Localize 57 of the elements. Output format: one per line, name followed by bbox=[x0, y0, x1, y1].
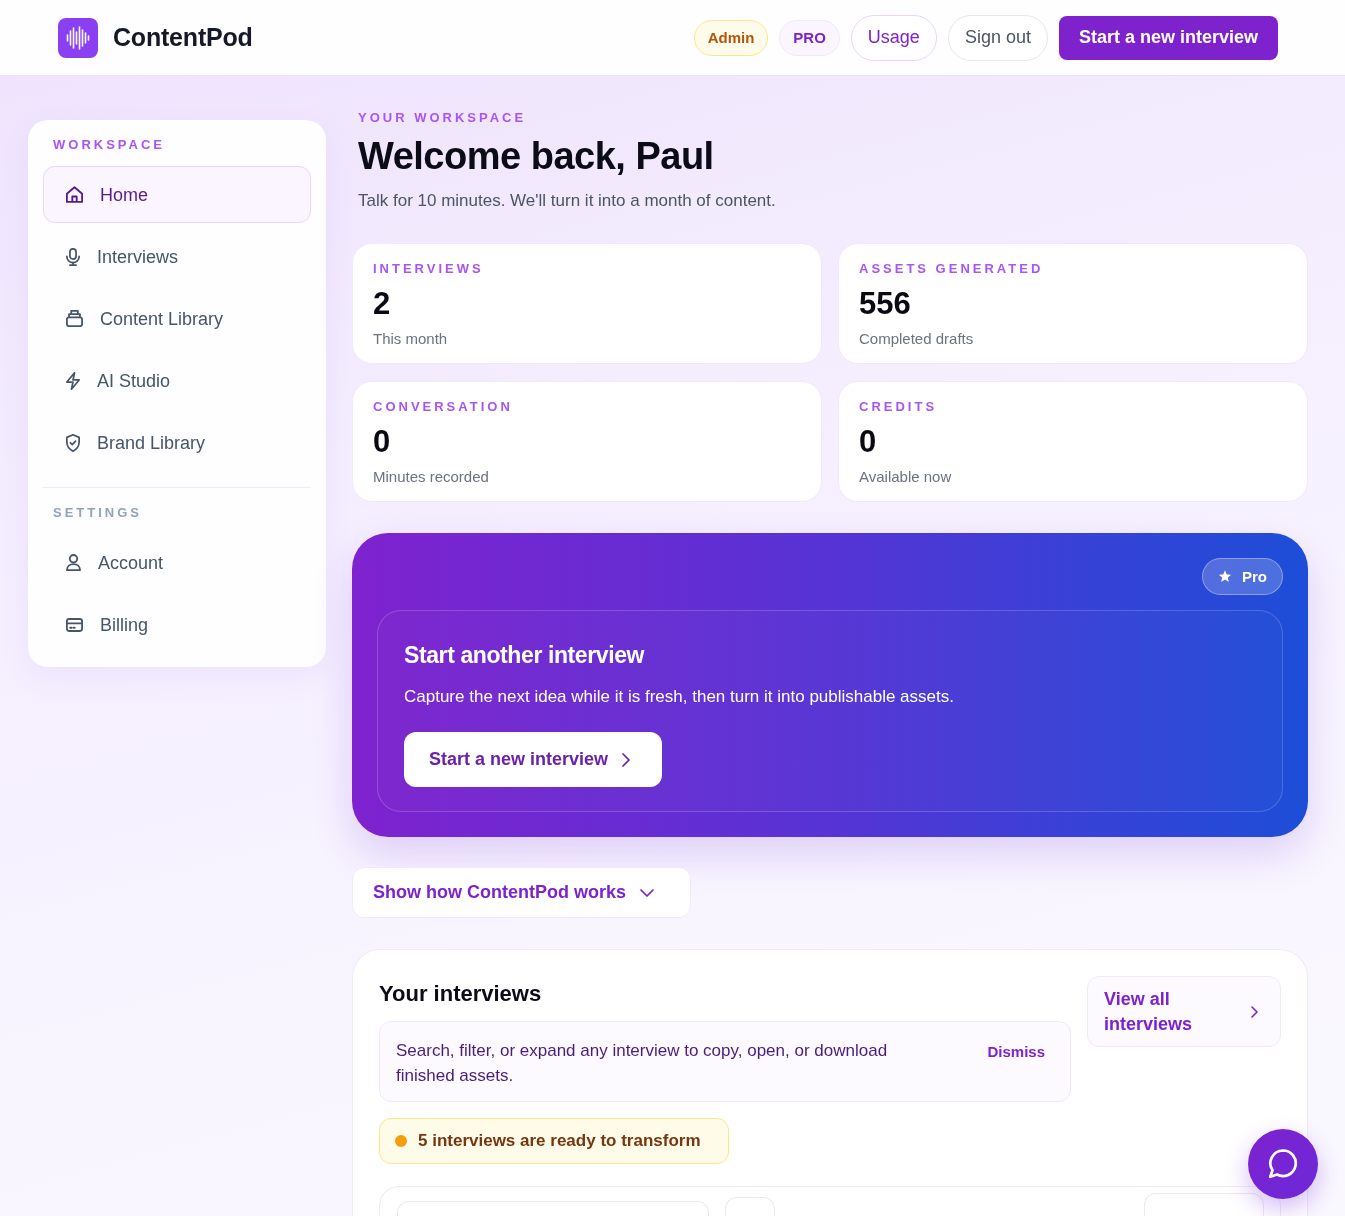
search-field[interactable] bbox=[397, 1201, 709, 1216]
ready-count-text: 5 interviews are ready to transform bbox=[418, 1131, 701, 1151]
chevron-right-icon bbox=[1251, 1005, 1258, 1018]
sidebar-item[interactable]: Interviews bbox=[43, 228, 311, 285]
microphone-icon bbox=[66, 247, 80, 266]
stat-value: 0 bbox=[859, 424, 878, 460]
sidebar-item[interactable]: Brand Library bbox=[43, 414, 311, 471]
chat-bubble-icon bbox=[1268, 1149, 1298, 1179]
nav-button[interactable]: Usage bbox=[850, 14, 937, 61]
cta-button[interactable]: Start a new interview bbox=[1058, 15, 1278, 60]
shield-check-icon bbox=[66, 433, 80, 452]
nav-button[interactable]: Sign out bbox=[947, 14, 1048, 61]
stat-value: 2 bbox=[373, 286, 392, 322]
stat-label: CONVERSATION bbox=[373, 399, 514, 415]
section-heading: WORKSPACE bbox=[52, 137, 166, 153]
view-all-button[interactable]: View all interviews bbox=[1087, 976, 1281, 1047]
section-title: Your interviews bbox=[379, 980, 543, 1008]
filter-chip[interactable] bbox=[725, 1197, 775, 1216]
stat-value: 556 bbox=[859, 286, 912, 322]
star-icon bbox=[1218, 570, 1232, 583]
sidebar-item[interactable]: Account bbox=[43, 534, 311, 591]
brand-name: ContentPod bbox=[113, 23, 253, 52]
sidebar-item[interactable]: AI Studio bbox=[43, 352, 311, 409]
section-heading: SETTINGS bbox=[52, 505, 143, 521]
start-interview-button[interactable]: Start a new interview bbox=[404, 732, 662, 787]
stat-label: ASSETS GENERATED bbox=[859, 261, 1045, 277]
sidebar-item[interactable]: Billing bbox=[43, 596, 311, 653]
stat-caption: This month bbox=[373, 329, 449, 349]
how-it-works-toggle[interactable]: Show how ContentPod works bbox=[352, 867, 691, 918]
stat-label: INTERVIEWS bbox=[373, 261, 485, 277]
stat-value: 0 bbox=[373, 424, 392, 460]
dropdown-field[interactable] bbox=[1144, 1193, 1264, 1216]
chevron-right-icon bbox=[622, 752, 631, 767]
stat-caption: Available now bbox=[859, 467, 953, 487]
stat-caption: Minutes recorded bbox=[373, 467, 490, 487]
waveform-logo-icon bbox=[58, 17, 98, 58]
plan-badge: PRO bbox=[779, 19, 840, 56]
archive-box-icon bbox=[66, 310, 83, 327]
page-title: Welcome back, Paul bbox=[358, 134, 715, 178]
chevron-down-icon bbox=[640, 888, 654, 897]
plan-label: Pro bbox=[1242, 568, 1267, 585]
sidebar-item[interactable]: Content Library bbox=[43, 290, 311, 347]
eyebrow-text: YOUR WORKSPACE bbox=[358, 110, 528, 126]
status-dot-icon bbox=[395, 1135, 407, 1147]
promo-title: Start another interview bbox=[404, 641, 646, 670]
stat-caption: Completed drafts bbox=[859, 329, 975, 349]
tip-text: Search, filter, or expand any interview to copy, open, or download finished assets. bbox=[396, 1040, 889, 1087]
stat-label: CREDITS bbox=[859, 399, 939, 415]
dismiss-link[interactable]: Dismiss bbox=[987, 1042, 1045, 1062]
lightning-icon bbox=[66, 371, 80, 390]
role-badge: Admin bbox=[693, 19, 769, 56]
home-icon bbox=[66, 186, 83, 203]
page-subtitle: Talk for 10 minutes. We'll turn it into a month of content. bbox=[358, 190, 777, 212]
promo-text: Capture the next idea while it is fresh, then turn it into publishable assets. bbox=[404, 686, 955, 708]
credit-card-icon bbox=[66, 617, 83, 632]
user-icon bbox=[66, 554, 81, 571]
sidebar-item[interactable]: Home bbox=[43, 166, 311, 223]
